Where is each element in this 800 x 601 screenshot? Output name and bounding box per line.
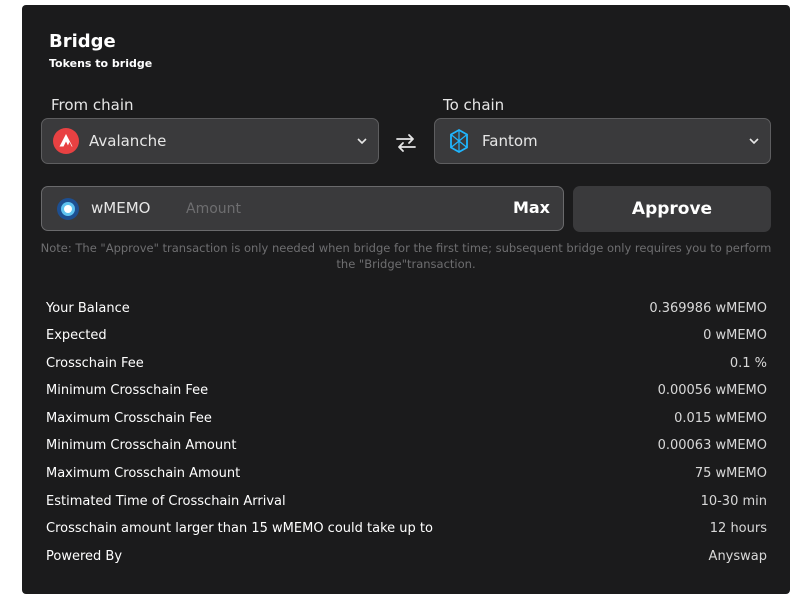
page-title: Bridge: [49, 31, 116, 52]
to-chain-label: To chain: [443, 96, 505, 114]
fantom-logo-icon: [446, 128, 472, 154]
bridge-card: Bridge Tokens to bridge From chain To ch…: [22, 5, 790, 594]
info-row: Expected 0 wMEMO: [46, 326, 767, 344]
from-chain-select[interactable]: Avalanche: [41, 118, 379, 164]
chevron-down-icon: [356, 135, 368, 147]
info-label: Minimum Crosschain Amount: [46, 437, 237, 453]
approve-button[interactable]: Approve: [573, 186, 771, 232]
info-row: Maximum Crosschain Fee 0.015 wMEMO: [46, 409, 767, 427]
info-value: 12 hours: [709, 520, 767, 536]
info-value: 0.1 %: [729, 355, 767, 371]
amount-field: wMEMO Max: [41, 186, 564, 231]
info-label: Your Balance: [46, 300, 130, 316]
info-label: Maximum Crosschain Fee: [46, 410, 212, 426]
info-row: Powered By Anyswap: [46, 547, 767, 565]
info-row: Estimated Time of Crosschain Arrival 10-…: [46, 492, 767, 510]
token-name: wMEMO: [91, 199, 151, 217]
info-value: Anyswap: [708, 548, 767, 564]
page-subtitle: Tokens to bridge: [49, 57, 153, 70]
from-chain-label: From chain: [51, 96, 134, 114]
info-label: Maximum Crosschain Amount: [46, 465, 241, 481]
avalanche-logo-icon: [53, 128, 79, 154]
info-value: 10-30 min: [700, 493, 767, 509]
info-row: Minimum Crosschain Amount 0.00063 wMEMO: [46, 436, 767, 454]
info-label: Estimated Time of Crosschain Arrival: [46, 493, 286, 509]
info-row: Your Balance 0.369986 wMEMO: [46, 299, 767, 317]
to-chain-value: Fantom: [482, 132, 538, 150]
info-value: 0.369986 wMEMO: [649, 300, 767, 316]
info-label: Powered By: [46, 548, 123, 564]
info-label: Expected: [46, 327, 107, 343]
info-value: 0.015 wMEMO: [674, 410, 767, 426]
from-chain-value: Avalanche: [89, 132, 167, 150]
approve-note: Note: The "Approve" transaction is only …: [40, 241, 772, 271]
info-value: 75 wMEMO: [694, 465, 767, 481]
wmemo-token-icon: [56, 197, 80, 221]
info-row: Maximum Crosschain Amount 75 wMEMO: [46, 464, 767, 482]
info-value: 0.00056 wMEMO: [657, 382, 767, 398]
info-label: Minimum Crosschain Fee: [46, 382, 209, 398]
amount-input[interactable]: [182, 195, 490, 223]
chevron-down-icon: [748, 135, 760, 147]
swap-chains-icon[interactable]: [394, 131, 418, 155]
info-label: Crosschain Fee: [46, 355, 144, 371]
info-row: Minimum Crosschain Fee 0.00056 wMEMO: [46, 381, 767, 399]
info-label: Crosschain amount larger than 15 wMEMO c…: [46, 520, 433, 536]
info-value: 0 wMEMO: [703, 327, 767, 343]
info-row: Crosschain Fee 0.1 %: [46, 354, 767, 372]
info-value: 0.00063 wMEMO: [657, 437, 767, 453]
info-row: Crosschain amount larger than 15 wMEMO c…: [46, 519, 767, 537]
max-button[interactable]: Max: [513, 198, 550, 217]
to-chain-select[interactable]: Fantom: [434, 118, 771, 164]
